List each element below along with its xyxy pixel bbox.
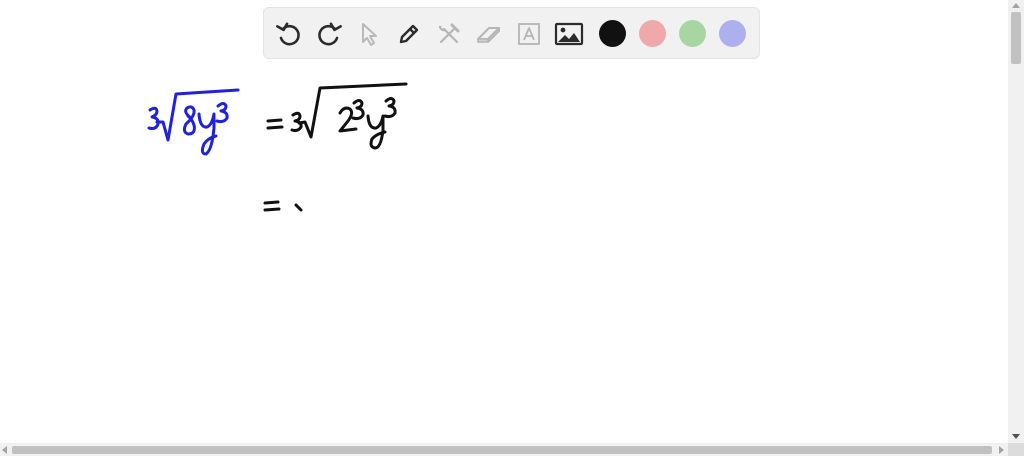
expression-cube-root-8y3 [147,88,240,156]
tools-button[interactable] [430,15,468,53]
color-swatch-black[interactable] [599,20,626,47]
text-button[interactable] [510,15,548,53]
redo-button[interactable] [310,15,348,53]
vertical-scrollbar[interactable] [1008,0,1024,443]
scrollbar-corner [1008,443,1024,456]
horizontal-scroll-thumb[interactable] [12,446,992,454]
pen-button[interactable] [390,15,428,53]
horizontal-scrollbar[interactable] [0,443,1008,456]
expression-step-2 [263,200,303,212]
vertical-scroll-thumb[interactable] [1011,12,1021,64]
pointer-icon [362,23,377,46]
handwriting-layer [147,82,408,212]
eraser-icon [477,27,500,43]
color-swatch-blue[interactable] [719,20,746,47]
color-swatch-green[interactable] [679,20,706,47]
drawing-toolbar [263,7,760,59]
text-a-icon [518,23,540,45]
image-icon [554,22,584,46]
scroll-down-icon[interactable] [1012,434,1020,439]
undo-button[interactable] [270,15,308,53]
pencil-icon [399,24,419,44]
scroll-right-icon[interactable] [999,446,1004,454]
hammer-wrench-icon [438,23,460,44]
eraser-button[interactable] [470,15,508,53]
redo-icon [318,22,342,46]
whiteboard-canvas[interactable] [0,0,1008,443]
expression-step-1 [266,82,408,150]
scroll-up-icon[interactable] [1012,3,1020,8]
color-swatch-red[interactable] [639,20,666,47]
image-button[interactable] [550,15,588,53]
undo-icon [276,22,300,46]
scroll-left-icon[interactable] [2,446,7,454]
select-button[interactable] [350,15,388,53]
